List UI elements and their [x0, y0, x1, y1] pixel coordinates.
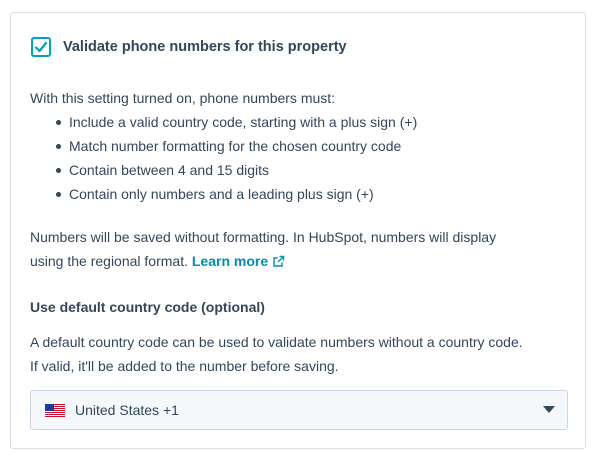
validate-phone-checkbox-label[interactable]: Validate phone numbers for this property — [63, 39, 347, 55]
description-line1: A default country code can be used to va… — [30, 334, 523, 350]
formatting-note-line1: Numbers will be saved without formatting… — [30, 229, 497, 245]
description-line2: If valid, it'll be added to the number b… — [30, 358, 339, 374]
phone-validation-settings-card: Validate phone numbers for this property… — [10, 12, 586, 449]
default-country-code-select[interactable]: United States +1 — [30, 390, 568, 430]
default-country-code-title: Use default country code (optional) — [30, 299, 265, 315]
external-link-icon — [273, 255, 285, 267]
learn-more-label[interactable]: Learn more — [192, 253, 268, 269]
caret-down-icon[interactable] — [543, 406, 555, 414]
list-item: Contain between 4 and 15 digits — [30, 158, 417, 182]
formatting-note-line2: using the regional format. — [30, 253, 188, 269]
list-item: Contain only numbers and a leading plus … — [30, 182, 417, 206]
validate-phone-checkbox-row[interactable]: Validate phone numbers for this property — [31, 37, 347, 57]
default-country-code-description: A default country code can be used to va… — [30, 330, 570, 378]
validation-rules-list: Include a valid country code, starting w… — [30, 110, 417, 206]
learn-more-link[interactable]: Learn more — [192, 253, 285, 269]
selected-country-value[interactable]: United States +1 — [75, 402, 179, 418]
validate-phone-checkbox[interactable] — [31, 37, 51, 57]
formatting-note-line2-wrap: using the regional format. Learn more — [30, 249, 570, 273]
checkmark-icon — [34, 41, 48, 53]
us-flag-icon — [45, 403, 65, 417]
formatting-note: Numbers will be saved without formatting… — [30, 225, 570, 273]
list-item: Match number formatting for the chosen c… — [30, 134, 417, 158]
list-item: Include a valid country code, starting w… — [30, 110, 417, 134]
validation-intro-text: With this setting turned on, phone numbe… — [30, 90, 336, 106]
